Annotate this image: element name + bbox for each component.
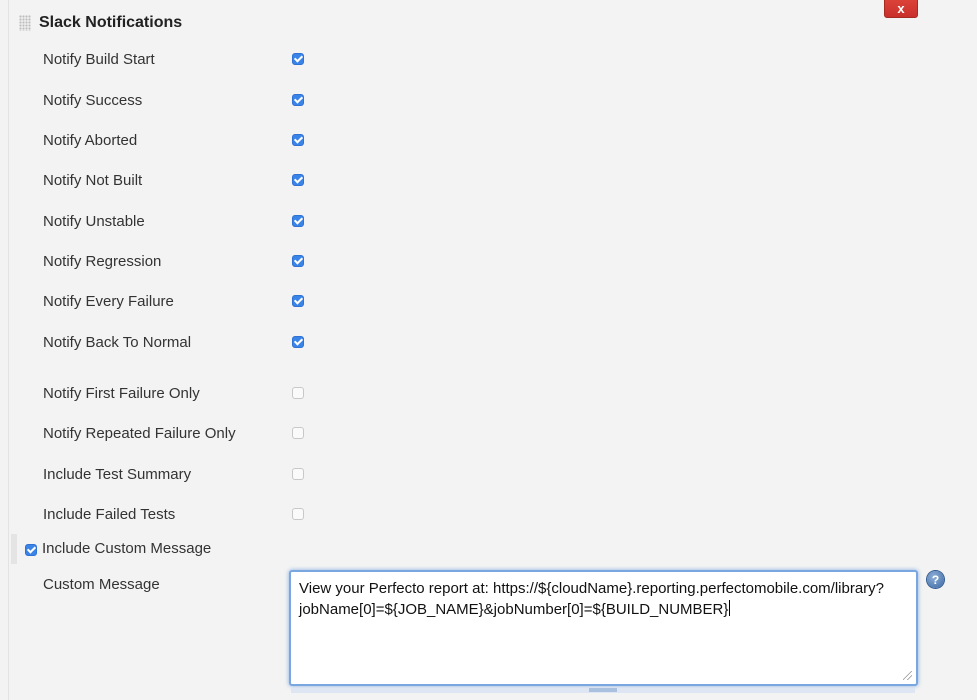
checkbox[interactable] bbox=[292, 427, 304, 439]
option-include-failed-tests: Include Failed Tests bbox=[0, 502, 400, 526]
option-notify-aborted: Notify Aborted bbox=[0, 128, 400, 152]
checkbox[interactable] bbox=[292, 508, 304, 520]
option-label: Notify Back To Normal bbox=[43, 333, 192, 351]
section-header: Slack Notifications bbox=[19, 12, 182, 34]
delete-button[interactable]: x bbox=[884, 0, 918, 18]
option-label: Notify Success bbox=[43, 91, 143, 109]
checkbox[interactable] bbox=[292, 255, 304, 267]
option-notify-every-failure: Notify Every Failure bbox=[0, 289, 400, 313]
option-label: Notify Build Start bbox=[43, 50, 155, 68]
help-icon[interactable]: ? bbox=[927, 571, 944, 588]
checkbox[interactable] bbox=[292, 94, 304, 106]
option-label: Notify Every Failure bbox=[43, 292, 174, 310]
custom-message-label: Custom Message bbox=[43, 576, 160, 593]
option-include-test-summary: Include Test Summary bbox=[0, 462, 400, 486]
checkbox[interactable] bbox=[292, 468, 304, 480]
checkbox[interactable] bbox=[292, 134, 304, 146]
checkbox[interactable] bbox=[292, 53, 304, 65]
option-notify-build-start: Notify Build Start bbox=[0, 47, 400, 71]
option-label: Notify Aborted bbox=[43, 131, 138, 149]
message-line-2: jobName[0]=${JOB_NAME}&jobNumber[0]=${BU… bbox=[299, 599, 908, 620]
option-label: Notify Repeated Failure Only bbox=[43, 424, 236, 442]
custom-message-textarea[interactable]: View your Perfecto report at: https://${… bbox=[289, 570, 918, 686]
section-title: Slack Notifications bbox=[39, 14, 183, 31]
option-label: Include Test Summary bbox=[43, 465, 192, 483]
textarea-expander[interactable] bbox=[291, 688, 915, 693]
checkbox[interactable] bbox=[292, 215, 304, 227]
option-notify-first-failure-only: Notify First Failure Only bbox=[0, 381, 400, 405]
option-label: Include Failed Tests bbox=[43, 505, 176, 523]
optional-block-marker bbox=[11, 534, 17, 564]
option-notify-unstable: Notify Unstable bbox=[0, 209, 400, 233]
text-caret bbox=[729, 600, 731, 616]
option-label: Notify First Failure Only bbox=[43, 384, 200, 402]
message-line-1: View your Perfecto report at: https://${… bbox=[299, 580, 885, 597]
include-custom-message-label: Include Custom Message bbox=[42, 540, 212, 557]
checkbox[interactable] bbox=[292, 295, 304, 307]
checkbox[interactable] bbox=[292, 387, 304, 399]
drag-handle-icon[interactable] bbox=[19, 15, 31, 31]
checkbox[interactable] bbox=[292, 336, 304, 348]
expander-nub[interactable] bbox=[589, 688, 617, 692]
option-notify-success: Notify Success bbox=[0, 88, 400, 112]
option-label: Notify Not Built bbox=[43, 171, 143, 189]
option-notify-not-built: Notify Not Built bbox=[0, 168, 400, 192]
option-notify-regression: Notify Regression bbox=[0, 249, 400, 273]
option-notify-back-to-normal: Notify Back To Normal bbox=[0, 330, 400, 354]
resize-handle-icon[interactable] bbox=[903, 671, 912, 680]
message-line-2-text: jobName[0]=${JOB_NAME}&jobNumber[0]=${BU… bbox=[299, 601, 729, 618]
option-label: Notify Unstable bbox=[43, 212, 145, 230]
option-notify-repeated-failure-only: Notify Repeated Failure Only bbox=[0, 421, 400, 445]
checkbox[interactable] bbox=[292, 174, 304, 186]
include-custom-message-checkbox[interactable] bbox=[25, 544, 37, 556]
option-label: Notify Regression bbox=[43, 252, 162, 270]
